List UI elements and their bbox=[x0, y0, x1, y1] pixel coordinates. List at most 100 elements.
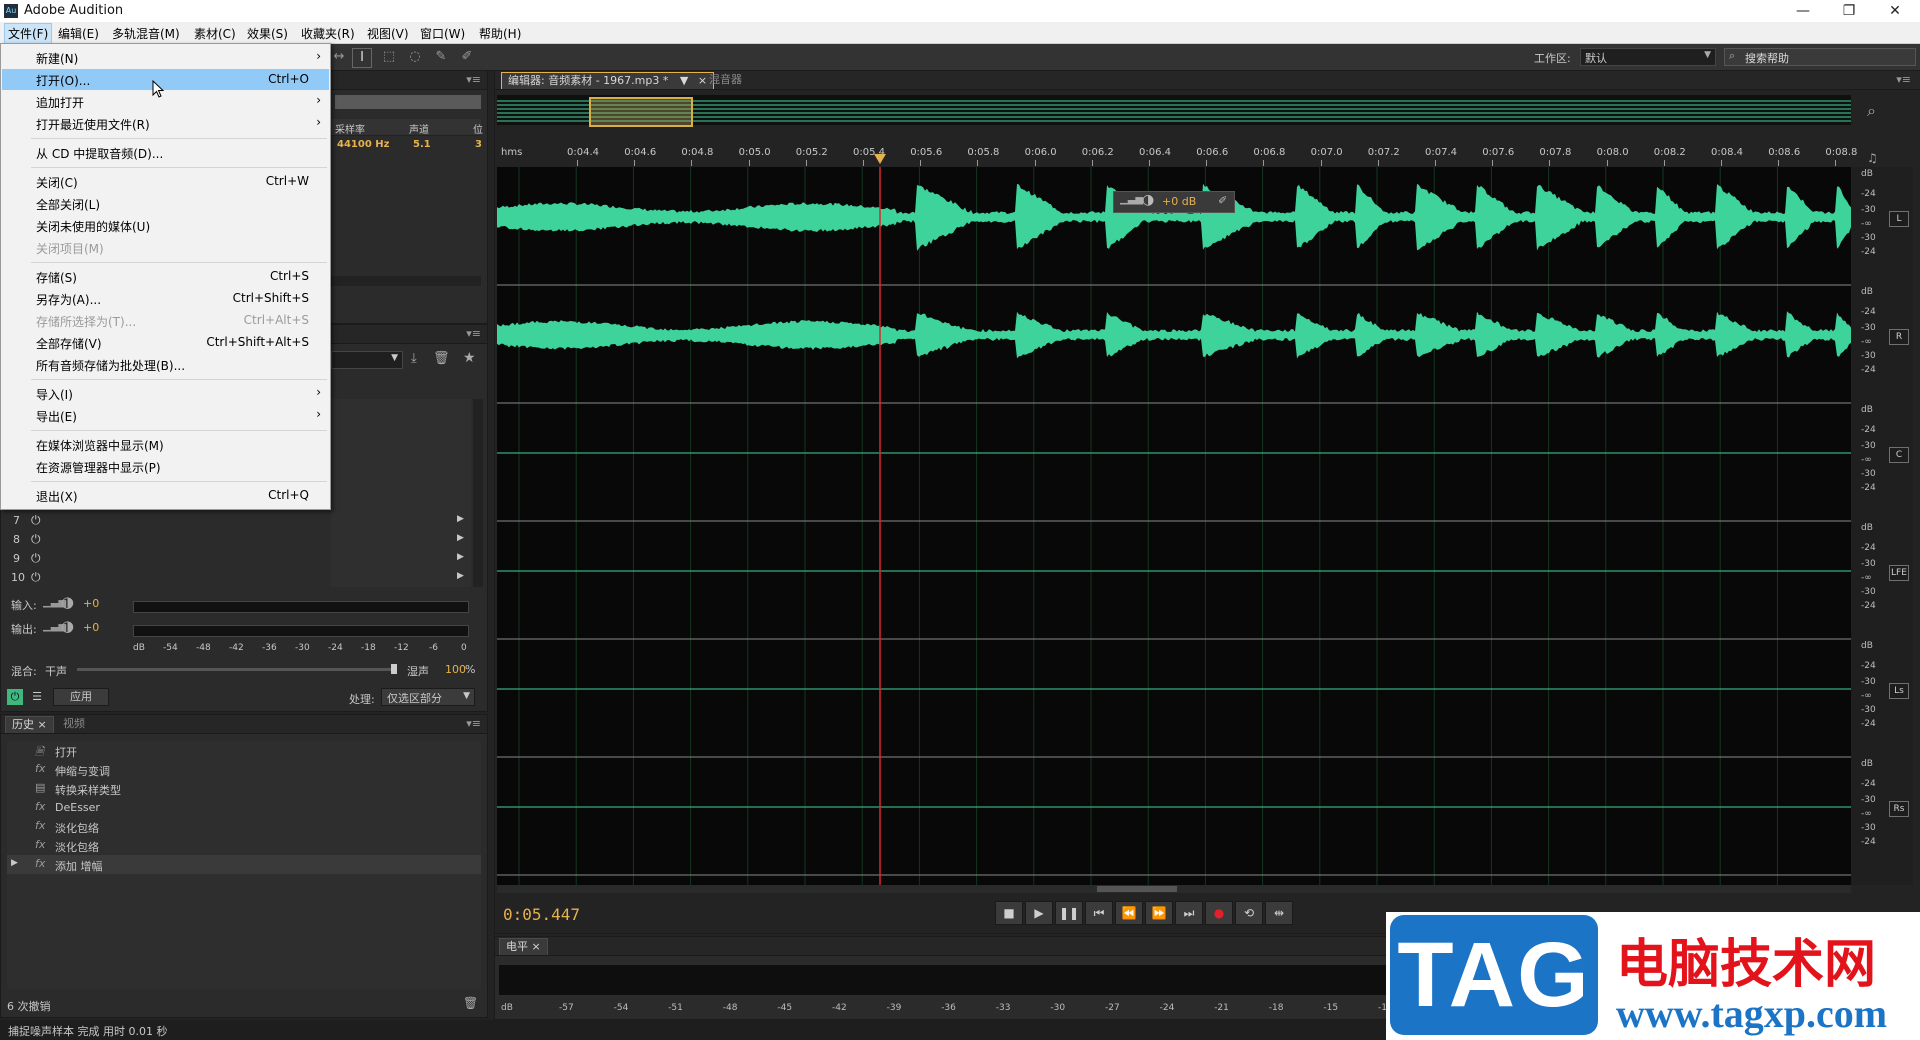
rack-slot[interactable]: 8 ⏻ ▶ bbox=[7, 531, 467, 550]
file-menu-item[interactable]: 关闭未使用的媒体(U) bbox=[2, 215, 329, 236]
file-menu-item[interactable]: 关闭(C) Ctrl+W bbox=[2, 171, 329, 192]
panel-menu-icon[interactable]: ▾≡ bbox=[1896, 73, 1911, 86]
history-item[interactable]: ▤ 转换采样类型 bbox=[15, 779, 485, 798]
headphone-icon[interactable]: ♫ bbox=[1867, 151, 1878, 165]
close-icon[interactable]: × bbox=[38, 718, 47, 731]
trash-icon[interactable]: 🗑 bbox=[463, 996, 478, 1010]
panel-menu-icon[interactable]: ▾≡ bbox=[466, 73, 481, 86]
tab-video[interactable]: 视频 bbox=[57, 716, 91, 732]
tab-editor[interactable]: 编辑器: 音频素材 - 1967.mp3 * ▼ × bbox=[501, 72, 715, 89]
workspace-select[interactable]: 默认 ▼ bbox=[1580, 48, 1716, 66]
save-preset-icon[interactable]: ⤓ bbox=[411, 351, 417, 366]
current-time[interactable]: 0:05.447 bbox=[503, 905, 580, 924]
menu-file[interactable]: 文件(F) bbox=[4, 23, 53, 44]
power-icon[interactable]: ⏻ bbox=[31, 532, 41, 547]
menu-clip[interactable]: 素材(C) bbox=[194, 25, 236, 42]
slot-arrow-icon[interactable]: ▶ bbox=[457, 552, 464, 562]
files-horizontal-scrollbar[interactable] bbox=[331, 276, 481, 286]
rack-slot[interactable]: 10 ⏻ ▶ bbox=[7, 569, 467, 588]
file-menu-item[interactable]: 新建(N) › bbox=[2, 47, 329, 68]
rack-slot[interactable]: 9 ⏻ ▶ bbox=[7, 550, 467, 569]
stop-button[interactable]: ■ bbox=[995, 901, 1023, 925]
wet-value[interactable]: 100 bbox=[445, 663, 466, 676]
column-channels[interactable]: 声道 bbox=[409, 121, 429, 136]
power-icon[interactable]: ⏻ bbox=[31, 570, 41, 585]
channel-label[interactable]: R bbox=[1889, 329, 1909, 345]
close-button[interactable]: ✕ bbox=[1872, 0, 1918, 22]
history-item[interactable]: fx 伸缩与变调 bbox=[15, 760, 485, 779]
marquee-tool-icon[interactable]: ⬚ bbox=[380, 48, 398, 66]
fast-forward-button[interactable]: ⏩ bbox=[1145, 901, 1173, 925]
rack-scrollbar[interactable] bbox=[473, 399, 483, 587]
channel-label[interactable]: L bbox=[1889, 211, 1909, 227]
overview-navigator[interactable] bbox=[497, 95, 1851, 127]
rewind-button[interactable]: ⏪ bbox=[1115, 901, 1143, 925]
rack-slot[interactable]: 7 ⏻ ▶ bbox=[7, 512, 467, 531]
column-sample-rate[interactable]: 采样率 bbox=[335, 121, 365, 136]
file-menu-item[interactable]: 在媒体浏览器中显示(M) bbox=[2, 434, 329, 455]
play-button[interactable]: ▶ bbox=[1025, 901, 1053, 925]
slot-arrow-icon[interactable]: ▶ bbox=[457, 514, 464, 524]
apply-button[interactable]: 应用 bbox=[53, 688, 109, 706]
menu-edit[interactable]: 编辑(E) bbox=[58, 25, 99, 42]
spot-heal-tool-icon[interactable]: ✐ bbox=[458, 48, 476, 66]
mix-slider-handle[interactable] bbox=[391, 664, 397, 674]
process-select[interactable]: 仅选区部分 ▼ bbox=[381, 688, 475, 706]
history-item[interactable]: 🗎 打开 bbox=[15, 741, 485, 760]
file-menu-item[interactable]: 导出(E) › bbox=[2, 405, 329, 426]
slot-arrow-icon[interactable]: ▶ bbox=[457, 571, 464, 581]
channel-label[interactable]: LFE bbox=[1889, 565, 1909, 581]
go-to-end-button[interactable]: ⏭ bbox=[1175, 901, 1203, 925]
file-row[interactable]: 44100 Hz 5.1 3 bbox=[331, 137, 482, 153]
menu-view[interactable]: 视图(V) bbox=[367, 25, 409, 42]
slot-arrow-icon[interactable]: ▶ bbox=[457, 533, 464, 543]
file-menu-item[interactable]: 存储(S) Ctrl+S bbox=[2, 266, 329, 287]
file-menu-item[interactable]: 从 CD 中提取音频(D)... bbox=[2, 142, 329, 163]
input-gain-knob-icon[interactable]: ◑ bbox=[61, 593, 74, 611]
mix-slider[interactable] bbox=[77, 668, 397, 671]
loop-button[interactable]: ⟲ bbox=[1235, 901, 1263, 925]
column-bits[interactable]: 位 bbox=[473, 121, 483, 136]
input-gain-value[interactable]: +0 bbox=[83, 597, 99, 610]
file-menu-item[interactable]: 退出(X) Ctrl+Q bbox=[2, 485, 329, 506]
tab-levels[interactable]: 电平 × bbox=[499, 938, 548, 955]
power-icon[interactable]: ⏻ bbox=[31, 551, 41, 566]
history-item[interactable]: fx DeEsser bbox=[15, 798, 485, 817]
list-icon[interactable]: ☰ bbox=[29, 689, 45, 705]
channel-label[interactable]: C bbox=[1889, 447, 1909, 463]
chevron-down-icon[interactable]: ▼ bbox=[680, 74, 688, 87]
skip-selection-button[interactable]: ⇹ bbox=[1265, 901, 1293, 925]
channel-label[interactable]: Rs bbox=[1889, 801, 1909, 817]
panel-menu-icon[interactable]: ▾≡ bbox=[466, 717, 481, 730]
power-icon[interactable]: ⏻ bbox=[31, 513, 41, 528]
file-menu-item[interactable]: 所有音频存储为批处理(B)... bbox=[2, 354, 329, 375]
history-item[interactable]: fx 淡化包络 bbox=[15, 817, 485, 836]
pause-button[interactable]: ❚❚ bbox=[1055, 901, 1083, 925]
tab-history[interactable]: 历史 × bbox=[5, 716, 54, 733]
menu-multitrack[interactable]: 多轨混音(M) bbox=[112, 25, 180, 42]
lasso-tool-icon[interactable]: ◌ bbox=[406, 48, 424, 66]
search-help-field[interactable]: ⌕ 搜索帮助 bbox=[1724, 48, 1916, 66]
output-gain-knob-icon[interactable]: ◑ bbox=[61, 617, 74, 635]
panel-menu-icon[interactable]: ▾≡ bbox=[466, 327, 481, 340]
channel-label[interactable]: Ls bbox=[1889, 683, 1909, 699]
tab-mixer[interactable]: 混音器 bbox=[703, 72, 748, 88]
menu-effects[interactable]: 效果(S) bbox=[247, 25, 288, 42]
file-menu-item[interactable]: 另存为(A)... Ctrl+Shift+S bbox=[2, 288, 329, 309]
history-item[interactable]: fx 淡化包络 bbox=[15, 836, 485, 855]
menu-window[interactable]: 窗口(W) bbox=[420, 25, 465, 42]
editor-horizontal-scrollbar[interactable] bbox=[497, 885, 1851, 893]
file-menu-item[interactable]: 导入(I) › bbox=[2, 383, 329, 404]
close-icon[interactable]: × bbox=[532, 940, 541, 953]
go-to-start-button[interactable]: ⏮ bbox=[1085, 901, 1113, 925]
hud-gain-value[interactable]: +0 dB bbox=[1162, 195, 1196, 208]
menu-favorites[interactable]: 收藏夹(R) bbox=[301, 25, 355, 42]
overview-view-window[interactable] bbox=[589, 97, 693, 127]
star-icon[interactable]: ★ bbox=[463, 350, 476, 366]
file-menu-item[interactable]: 在资源管理器中显示(P) bbox=[2, 456, 329, 477]
minimize-button[interactable]: — bbox=[1780, 0, 1826, 22]
file-menu-item[interactable]: 全部存储(V) Ctrl+Shift+Alt+S bbox=[2, 332, 329, 353]
power-toggle-icon[interactable]: ⏻ bbox=[7, 689, 23, 705]
move-tool-icon[interactable]: ↔ bbox=[330, 48, 348, 66]
history-item-current[interactable]: ▶ fx 添加 增幅 bbox=[7, 855, 481, 874]
